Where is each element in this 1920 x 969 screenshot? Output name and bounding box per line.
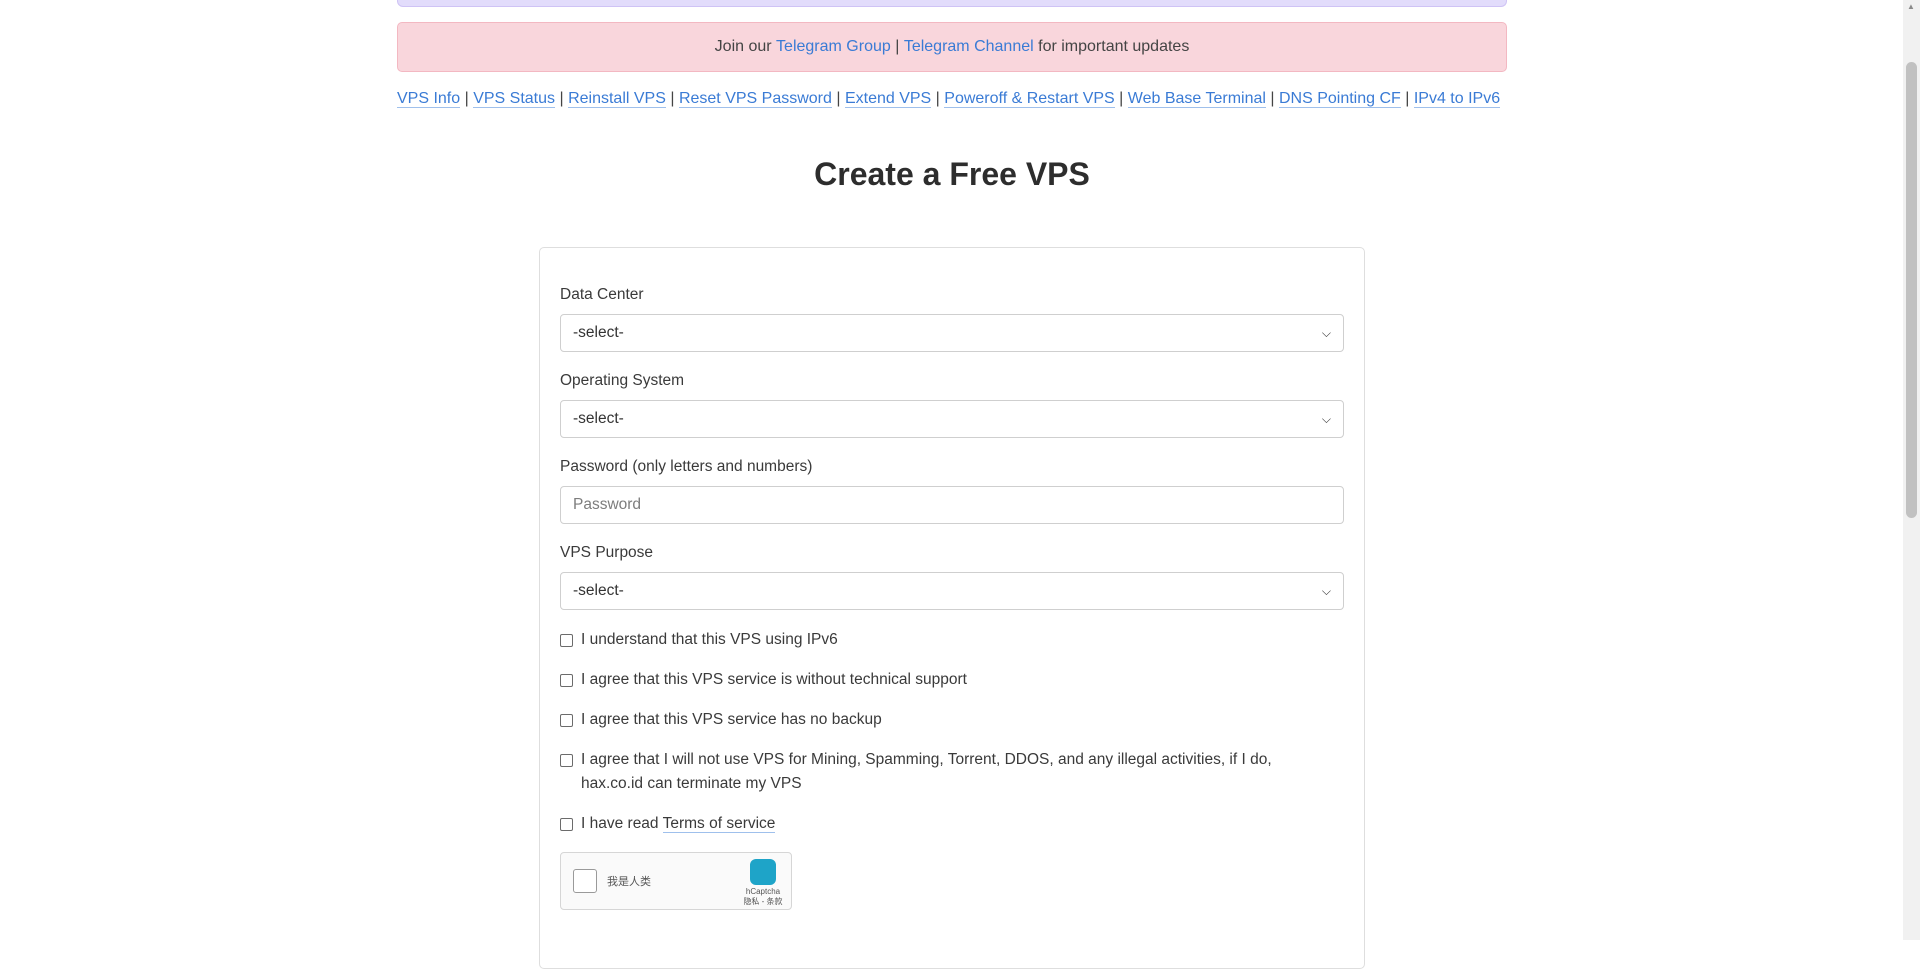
nav-ipv4-to-ipv6[interactable]: IPv4 to IPv6 [1413, 90, 1501, 108]
usage-agreement-text: I agree that I will not use VPS for Mini… [581, 748, 1272, 796]
purpose-label: VPS Purpose [560, 544, 654, 561]
ipv6-agreement-text: I understand that this VPS using IPv6 [581, 631, 838, 648]
nav-vps-info[interactable]: VPS Info [397, 90, 461, 108]
nav-links: VPS Info | VPS Status | Reinstall VPS | … [397, 90, 1501, 108]
announcement-separator: | [890, 38, 904, 55]
chevron-down-icon: ⌵ [1321, 325, 1331, 340]
main-container: Join our Telegram Group | Telegram Chann… [397, 0, 1507, 193]
backup-agreement: I agree that this VPS service has no bac… [560, 708, 1344, 732]
data-center-label: Data Center [560, 286, 644, 303]
support-agreement: I agree that this VPS service is without… [560, 668, 1344, 692]
password-placeholder: Password [573, 496, 642, 513]
nav-reset-vps-password[interactable]: Reset VPS Password [678, 90, 832, 108]
nav-reinstall-vps[interactable]: Reinstall VPS [568, 90, 666, 108]
chevron-down-icon: ⌵ [1321, 583, 1331, 598]
tos-checkbox[interactable] [560, 818, 573, 831]
captcha-checkbox[interactable] [573, 869, 597, 893]
announcement-banner: Join our Telegram Group | Telegram Chann… [397, 22, 1507, 72]
purpose-value: -select- [573, 582, 624, 599]
scrollbar[interactable]: ▲ [1903, 0, 1920, 940]
data-center-select[interactable]: -select- ⌵ [560, 314, 1344, 352]
purpose-group: VPS Purpose -select- ⌵ [560, 544, 1344, 610]
backup-agreement-text: I agree that this VPS service has no bac… [581, 711, 882, 728]
hcaptcha-brand: hCaptcha [745, 887, 781, 896]
tos-agreement-text: I have read Terms of service [581, 812, 776, 836]
os-label: Operating System [560, 372, 685, 389]
nav-vps-status[interactable]: VPS Status [473, 90, 556, 108]
hcaptcha-privacy-link[interactable]: 隐私 - 条款 [743, 896, 783, 907]
nav-extend-vps[interactable]: Extend VPS [844, 90, 932, 108]
terms-of-service-link[interactable]: Terms of service [662, 815, 776, 833]
data-center-group: Data Center -select- ⌵ [560, 286, 1344, 352]
os-value: -select- [573, 410, 624, 427]
nav-web-terminal[interactable]: Web Base Terminal [1127, 90, 1266, 108]
nav-poweroff-restart[interactable]: Poweroff & Restart VPS [944, 90, 1115, 108]
password-input[interactable]: Password [560, 486, 1344, 524]
data-center-value: -select- [573, 324, 624, 341]
nav-dns-pointing[interactable]: DNS Pointing CF [1278, 90, 1401, 108]
ipv6-agreement: I understand that this VPS using IPv6 [560, 628, 1344, 652]
tos-agreement: I have read Terms of service [560, 812, 1344, 836]
support-agreement-text: I agree that this VPS service is without… [581, 671, 967, 688]
chevron-down-icon: ⌵ [1321, 411, 1331, 426]
password-group: Password (only letters and numbers) Pass… [560, 458, 1344, 524]
os-group: Operating System -select- ⌵ [560, 372, 1344, 438]
purpose-select[interactable]: -select- ⌵ [560, 572, 1344, 610]
support-checkbox[interactable] [560, 674, 573, 687]
hcaptcha-logo: hCaptcha 隐私 - 条款 [743, 859, 783, 907]
announcement-suffix: for important updates [1038, 38, 1190, 55]
usage-agreement: I agree that I will not use VPS for Mini… [560, 748, 1344, 796]
create-vps-form: Data Center -select- ⌵ Operating System … [539, 247, 1365, 969]
hcaptcha-icon [750, 859, 776, 885]
top-alert [397, 0, 1507, 7]
backup-checkbox[interactable] [560, 714, 573, 727]
password-label: Password (only letters and numbers) [560, 458, 813, 475]
announcement-prefix: Join our [714, 38, 772, 55]
captcha-label: 我是人类 [607, 876, 651, 888]
ipv6-checkbox[interactable] [560, 634, 573, 647]
os-select[interactable]: -select- ⌵ [560, 400, 1344, 438]
hcaptcha-widget: 我是人类 hCaptcha 隐私 - 条款 [560, 852, 792, 910]
usage-checkbox[interactable] [560, 754, 573, 767]
telegram-channel-link[interactable]: Telegram Channel [904, 38, 1034, 56]
tos-prefix: I have read [581, 815, 663, 832]
scroll-up-icon[interactable]: ▲ [1907, 2, 1915, 11]
scrollbar-thumb[interactable] [1906, 62, 1917, 518]
usage-agreement-line-1: I agree that I will not use VPS for Mini… [581, 751, 1272, 768]
telegram-group-link[interactable]: Telegram Group [776, 38, 891, 56]
page-title: Create a Free VPS [814, 156, 1090, 192]
usage-agreement-line-2: hax.co.id can terminate my VPS [581, 775, 802, 792]
